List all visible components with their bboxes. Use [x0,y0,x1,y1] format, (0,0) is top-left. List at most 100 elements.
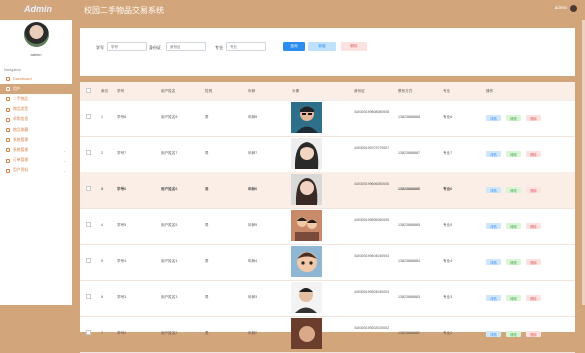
edit-button[interactable]: 修改 [506,259,521,265]
sidebar-item-7[interactable]: 系统管理 ⌄ [0,145,72,155]
cell-index: 6 [101,295,103,299]
cell-age: 年龄6 [248,187,258,191]
cell-phone: 13823888888 [398,115,420,119]
header-phone: 联系方式 [398,89,413,93]
cell-age: 年龄3 [248,295,258,299]
cell-index: 5 [101,259,103,263]
edit-button[interactable]: 修改 [506,295,521,301]
sidebar-item-0[interactable]: Dashboard [0,74,72,84]
delete-button[interactable]: 删除 [526,295,541,301]
sidebar-item-label: 二手物品 [13,96,29,101]
sidebar-item-9[interactable]: 用户资料 ⌄ [0,166,72,176]
cell-name: 用户姓名4 [161,259,178,263]
cell-gender: 男 [205,295,209,299]
cell-phone: 13823888882 [398,331,420,335]
cell-id-card: 440300199303030003 [354,290,390,294]
edit-button[interactable]: 修改 [506,331,521,337]
cell-student-id: 学号4 [117,259,127,263]
row-checkbox[interactable] [86,258,91,263]
sidebar-item-3[interactable]: 物品类型 [0,105,72,115]
sidebar-item-8[interactable]: 订单管理 ⌄ [0,156,72,166]
user-icon [6,87,10,92]
table-row: 1 学号8 用户姓名8 男 年龄8 440300199808080008 138238888… [80,100,575,137]
id-card-input[interactable] [166,42,206,51]
cell-name: 用户姓名8 [161,115,178,119]
id-card-label: 身份证 [149,45,161,50]
chevron-down-icon: ⌄ [62,168,66,174]
detail-button[interactable]: 详情 [486,151,501,157]
sidebar-username: admin [30,52,42,57]
cell-student-id: 学号2 [117,331,127,335]
system-icon [6,148,10,153]
cell-id-card: 440300199404040004 [354,254,390,258]
row-checkbox[interactable] [86,114,91,119]
cell-id-card: 440300199202020002 [354,326,390,330]
delete-button[interactable]: 删除 [526,151,541,157]
cell-student-id: 学号6 [117,187,127,191]
select-all-checkbox[interactable] [86,88,91,93]
table-row: 4 学号5 用户姓名5 男 年龄5 440300199505050005 138238888… [80,208,575,245]
row-checkbox[interactable] [86,330,91,335]
edit-button[interactable]: 修改 [506,187,521,193]
cell-gender: 男 [205,259,209,263]
detail-button[interactable]: 详情 [486,187,501,193]
delete-button[interactable]: 删除 [526,259,541,265]
sidebar-item-2[interactable]: 二手物品 [0,94,72,104]
header-age: 年龄 [248,89,256,93]
detail-button[interactable]: 详情 [486,295,501,301]
cell-name: 用户姓名2 [161,331,178,335]
avatar-photo [291,282,322,313]
cell-gender: 男 [205,151,209,155]
top-avatar[interactable] [570,5,577,12]
sidebar-item-5[interactable]: 物品收藏 [0,125,72,135]
delete-button[interactable]: 删除 [526,187,541,193]
edit-button[interactable]: 修改 [506,115,521,121]
table-row: 6 学号3 用户姓名3 男 年龄3 440300199303030003 138238888… [80,280,575,317]
sidebar-item-4[interactable]: 求购信息 [0,115,72,125]
detail-button[interactable]: 详情 [486,259,501,265]
sidebar-item-label: 求购信息 [13,117,29,122]
cell-age: 年龄2 [248,331,258,335]
detail-button[interactable]: 详情 [486,223,501,229]
edit-button[interactable]: 修改 [506,151,521,157]
page-title: 校园二手物品交易系统 [84,6,164,15]
sidebar-item-1[interactable]: 用户 [0,84,72,95]
major-input[interactable] [226,42,266,51]
sidebar-item-label: 物品类型 [13,107,29,112]
row-checkbox[interactable] [86,150,91,155]
delete-button[interactable]: 删除 [526,223,541,229]
detail-button[interactable]: 详情 [486,331,501,337]
cell-index: 1 [101,115,103,119]
delete-button[interactable]: 删除 [526,115,541,121]
avatar-photo [291,138,322,169]
search-button[interactable]: 查询 [283,42,305,51]
student-id-label: 学号 [96,45,104,50]
cell-phone: 13823888885 [398,223,420,227]
edit-button[interactable]: 修改 [506,223,521,229]
avatar-photo [291,246,322,277]
cell-index: 7 [101,331,103,335]
delete-selected-button[interactable]: 删除 [341,42,367,51]
delete-button[interactable]: 删除 [526,331,541,337]
cell-gender: 男 [205,223,209,227]
cell-age: 年龄7 [248,151,258,155]
sidebar-item-6[interactable]: 系统管理 [0,135,72,145]
cell-index: 2 [101,151,103,155]
cell-index: 4 [101,223,103,227]
favorite-icon [6,128,10,133]
top-username[interactable]: admin [555,5,567,10]
sidebar-item-label: 用户资料 [13,168,29,173]
header-actions: 操作 [486,89,494,93]
add-button[interactable]: 新增 [308,42,336,51]
avatar-photo [291,102,322,133]
category-icon [6,107,10,112]
detail-button[interactable]: 详情 [486,115,501,121]
row-checkbox[interactable] [86,186,91,191]
cell-major: 专业2 [443,331,453,335]
table-row: 3 学号6 用户姓名6 男 年龄6 440300199606060006 138238888… [80,172,575,209]
brand-logo[interactable]: Admin [24,4,52,14]
student-id-input[interactable] [107,42,147,51]
row-checkbox[interactable] [86,222,91,227]
row-checkbox[interactable] [86,294,91,299]
table-row: 7 学号2 用户姓名2 男 年龄2 440300199202020002 138238888… [80,316,575,353]
